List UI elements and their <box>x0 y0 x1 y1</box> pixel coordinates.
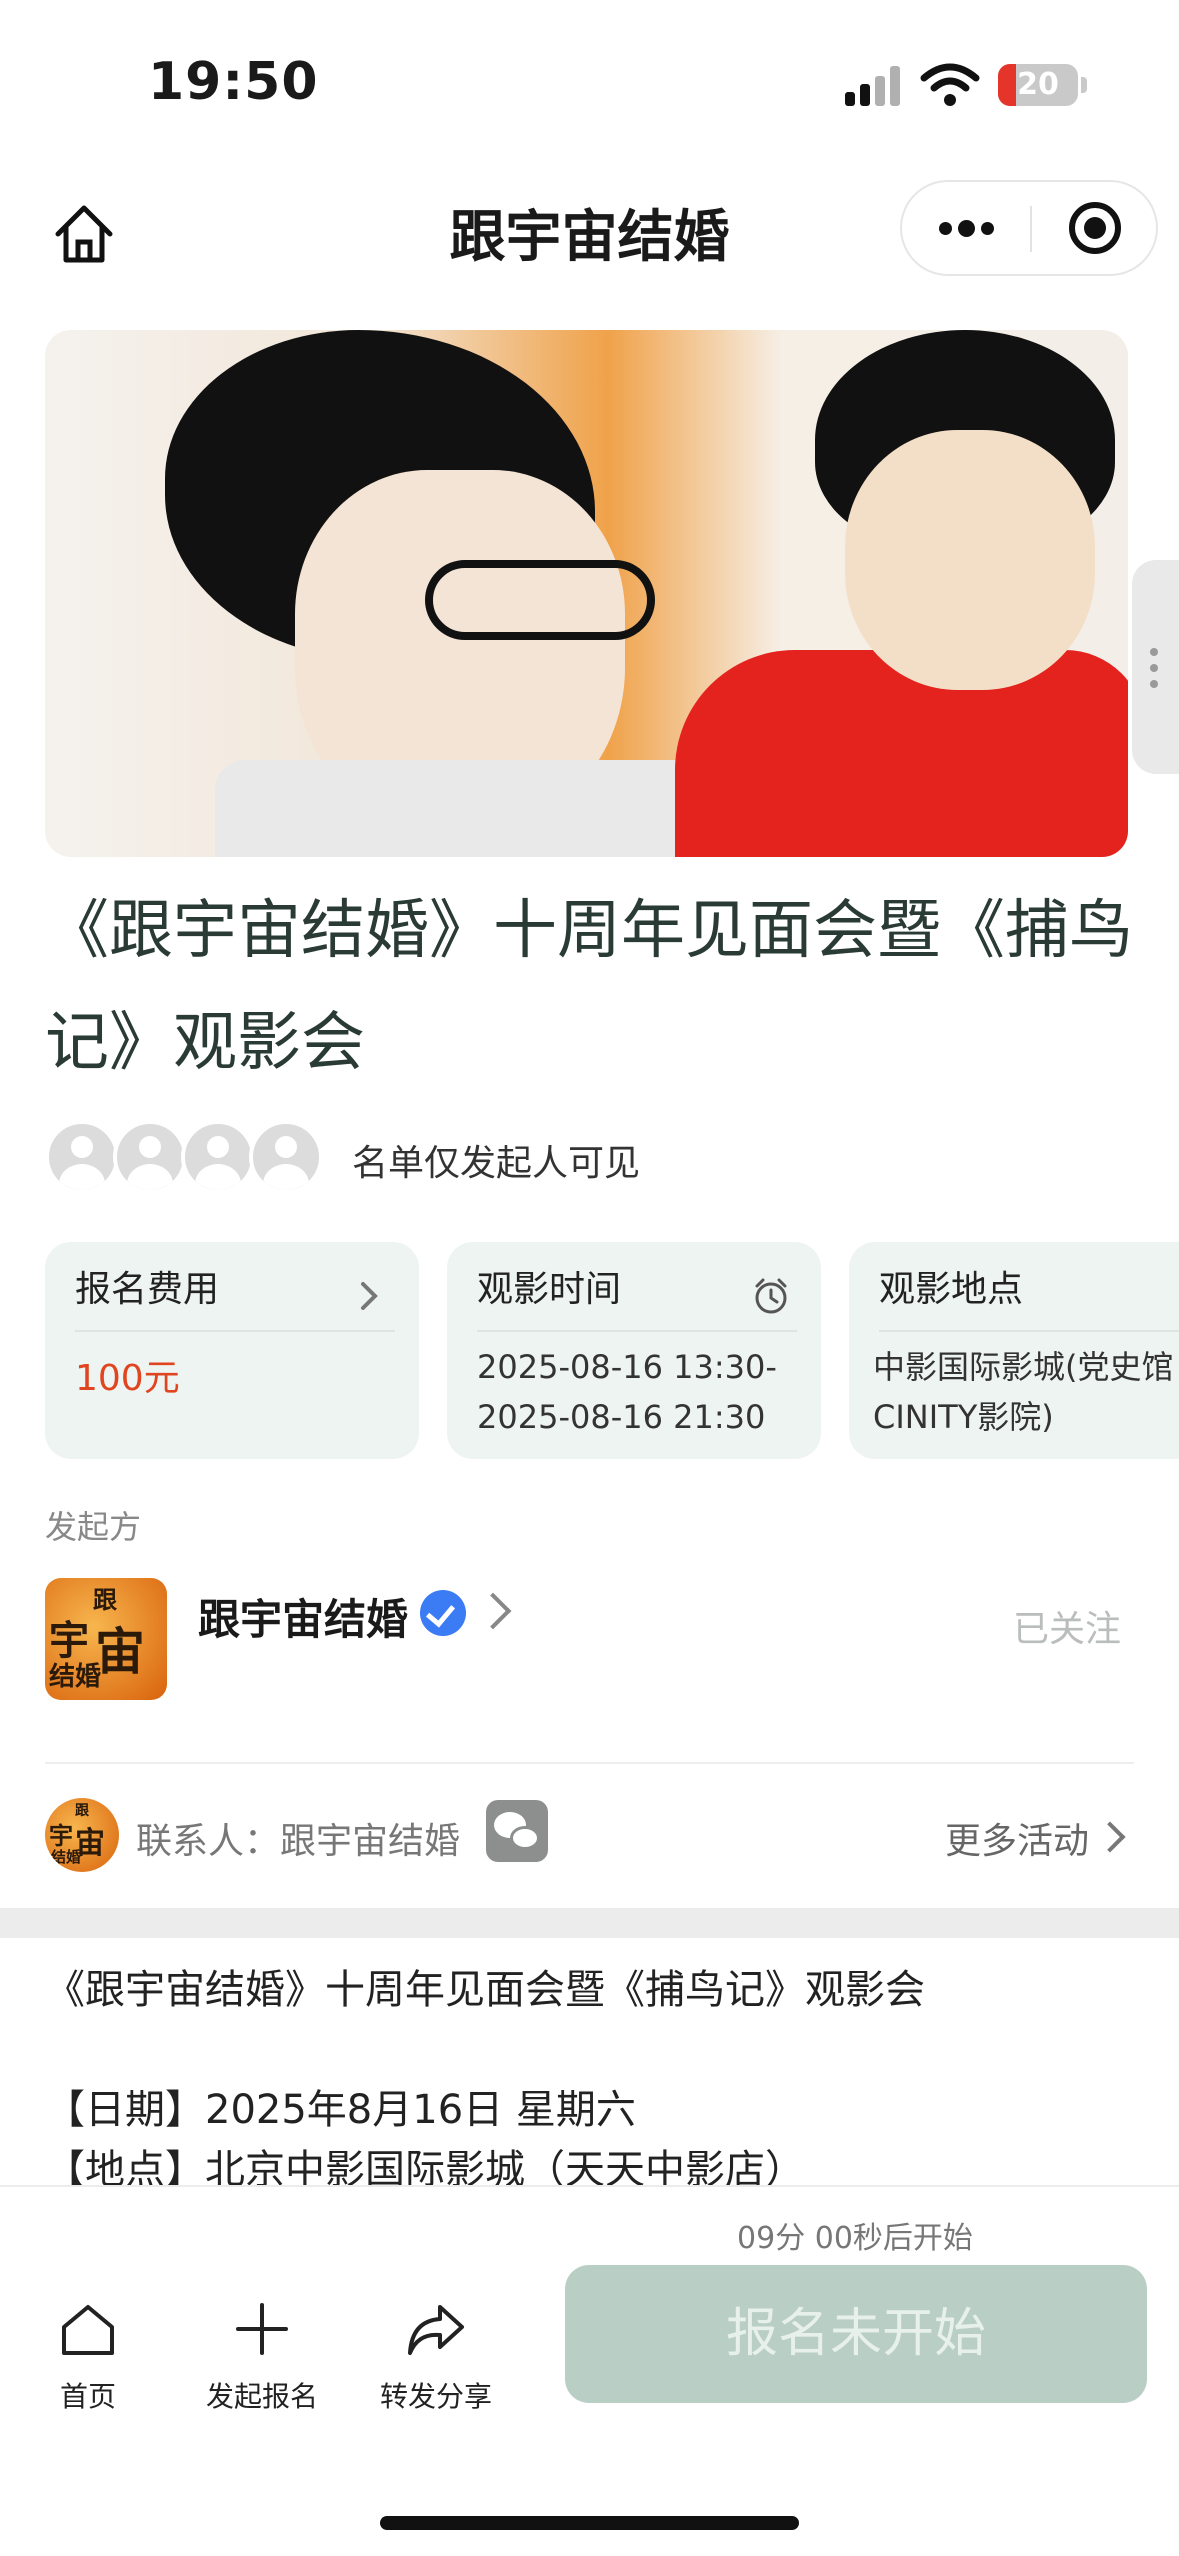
more-activities-link[interactable]: 更多活动 <box>945 1812 1089 1864</box>
time-start: 2025-08-16 13:30- <box>477 1348 777 1386</box>
more-options-icon[interactable] <box>902 182 1030 274</box>
avatar <box>181 1120 255 1194</box>
organizer-logo[interactable]: 跟 宇 宙 结婚 <box>45 1578 167 1700</box>
home-icon <box>62 2305 114 2355</box>
description-line: 《跟宇宙结婚》十周年见面会暨《捕鸟记》观影会 <box>45 1967 925 2013</box>
avatar <box>249 1120 323 1194</box>
fee-card[interactable]: 报名费用 100元 <box>45 1242 419 1459</box>
time-value: 2025-08-16 13:30- 2025-08-16 21:30 <box>477 1342 777 1442</box>
avatar <box>45 1120 119 1194</box>
tab-home[interactable]: 首页 <box>13 2297 163 2437</box>
info-cards: 报名费用 100元 观影时间 2025-08-16 13:30- 2025-08… <box>45 1242 1179 1462</box>
attendees-visibility-note: 名单仅发起人可见 <box>352 1143 641 1184</box>
battery-icon: 20 <box>998 64 1078 106</box>
battery-level: 20 <box>1017 67 1059 102</box>
mini-program-capsule <box>900 180 1158 276</box>
plus-icon <box>236 2303 288 2355</box>
verified-badge-icon <box>420 1590 466 1636</box>
countdown-text: 09分 00秒后开始 <box>737 2221 973 2256</box>
nav-bar: 跟宇宙结婚 <box>0 170 1179 320</box>
description-location: 【地点】北京中影国际影城（天天中影店） <box>45 2147 805 2185</box>
tab-label: 发起报名 <box>205 2380 318 2413</box>
event-title: 《跟宇宙结婚》十周年见面会暨《捕鸟记》观影会 <box>45 894 1133 1080</box>
contact-avatar: 跟 宇 宙 结婚 <box>45 1798 119 1872</box>
description-date: 【日期】2025年8月16日 星期六 <box>45 2087 636 2133</box>
tab-label: 首页 <box>59 2380 116 2413</box>
cellular-signal-icon <box>845 66 903 106</box>
wechat-icon[interactable] <box>486 1800 548 1862</box>
organizer-section-label: 发起方 <box>45 1508 142 1546</box>
organizer-row: 跟 宇 宙 结婚 跟宇宙结婚 已关注 <box>0 1570 1179 1700</box>
location-line1: 中影国际影城(党史馆 <box>873 1348 1174 1386</box>
avatar <box>113 1120 187 1194</box>
page-title: 跟宇宙结婚 <box>449 205 730 270</box>
card-label: 报名费用 <box>75 1269 220 1310</box>
wifi-icon <box>920 63 980 106</box>
attendee-avatars[interactable] <box>45 1120 345 1200</box>
home-indicator[interactable] <box>380 2516 799 2530</box>
share-icon <box>408 2305 464 2355</box>
location-card[interactable]: 观影地点 中影国际影城(党史馆 CINITY影院) <box>849 1242 1179 1459</box>
status-bar: 19:50 20 <box>0 0 1179 170</box>
event-banner-image <box>45 330 1128 857</box>
section-separator <box>0 1908 1179 1938</box>
alarm-clock-icon <box>755 1278 787 1314</box>
chevron-right-icon <box>361 1282 378 1310</box>
time-end: 2025-08-16 21:30 <box>477 1398 766 1436</box>
side-drawer-handle[interactable] <box>1132 560 1179 774</box>
contact-person: 联系人：跟宇宙结婚 <box>136 1821 461 1862</box>
home-icon[interactable] <box>48 198 120 270</box>
organizer-name[interactable]: 跟宇宙结婚 <box>198 1586 408 1647</box>
location-line2: CINITY影院) <box>873 1398 1054 1436</box>
event-description: 《跟宇宙结婚》十周年见面会暨《捕鸟记》观影会 【日期】2025年8月16日 星期… <box>45 1960 1145 2185</box>
location-value: 中影国际影城(党史馆 CINITY影院) <box>873 1342 1174 1442</box>
chevron-right-icon[interactable] <box>474 1592 512 1630</box>
tab-share[interactable]: 转发分享 <box>361 2297 511 2437</box>
battery-cap <box>1081 77 1087 93</box>
divider <box>45 1762 1134 1764</box>
tab-label: 转发分享 <box>379 2380 492 2413</box>
chevron-right-icon[interactable] <box>1094 1821 1126 1853</box>
bottom-action-bar: 首页 发起报名 转发分享 09分 00秒后开始 报名未开始 <box>0 2185 1179 2556</box>
close-mini-program-icon[interactable] <box>1032 182 1158 274</box>
signup-button[interactable]: 报名未开始 <box>565 2265 1147 2403</box>
contact-row: 跟 宇 宙 结婚 联系人：跟宇宙结婚 更多活动 <box>0 1790 1179 1890</box>
follow-button[interactable]: 已关注 <box>1013 1600 1121 1652</box>
time-card: 观影时间 2025-08-16 13:30- 2025-08-16 21:30 <box>447 1242 821 1459</box>
card-label: 观影地点 <box>879 1269 1024 1310</box>
status-time: 19:50 <box>148 52 319 112</box>
tab-create-signup[interactable]: 发起报名 <box>187 2297 337 2437</box>
card-label: 观影时间 <box>477 1269 622 1310</box>
fee-value: 100元 <box>75 1358 180 1399</box>
